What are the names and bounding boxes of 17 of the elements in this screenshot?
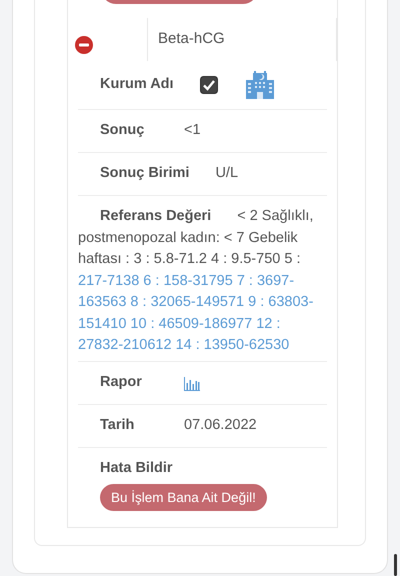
field-label: Kurum Adı bbox=[100, 75, 175, 94]
bar-chart-icon[interactable] bbox=[184, 376, 200, 391]
field-value: U/L bbox=[215, 164, 238, 184]
scrollbar[interactable] bbox=[394, 554, 397, 576]
field-value: <1 bbox=[184, 121, 201, 140]
not-mine-button[interactable]: Bu İşlem Bana Ait Değil! bbox=[100, 484, 267, 511]
field-label: Tarih bbox=[100, 416, 136, 435]
field-value: 07.06.2022 bbox=[184, 416, 257, 435]
field-label: Sonuç bbox=[100, 121, 146, 140]
field-label: Hata Bildir bbox=[100, 458, 174, 478]
test-name: Beta-hCG bbox=[158, 30, 225, 47]
reference-text: Referans Değeri < 2 Sağlıklı, postmenopozal kadın: < 7 Gebelik haftası : 3 : 5.8-71.2 4 : 9.5-750 5 : 217-7138 6 : 158-31795 7 : 3697-163563 8 : 32065-149571 9 : 63803-151410 10 : 46509-186977 12 : 27832-210612 14 : 13950-62530 bbox=[78, 195, 327, 360]
building-icon bbox=[246, 71, 274, 99]
remove-icon[interactable] bbox=[75, 36, 93, 54]
field-label: Sonuç Birimi bbox=[100, 164, 190, 184]
checkbox[interactable] bbox=[200, 76, 218, 94]
field-label: Rapor bbox=[100, 372, 143, 392]
